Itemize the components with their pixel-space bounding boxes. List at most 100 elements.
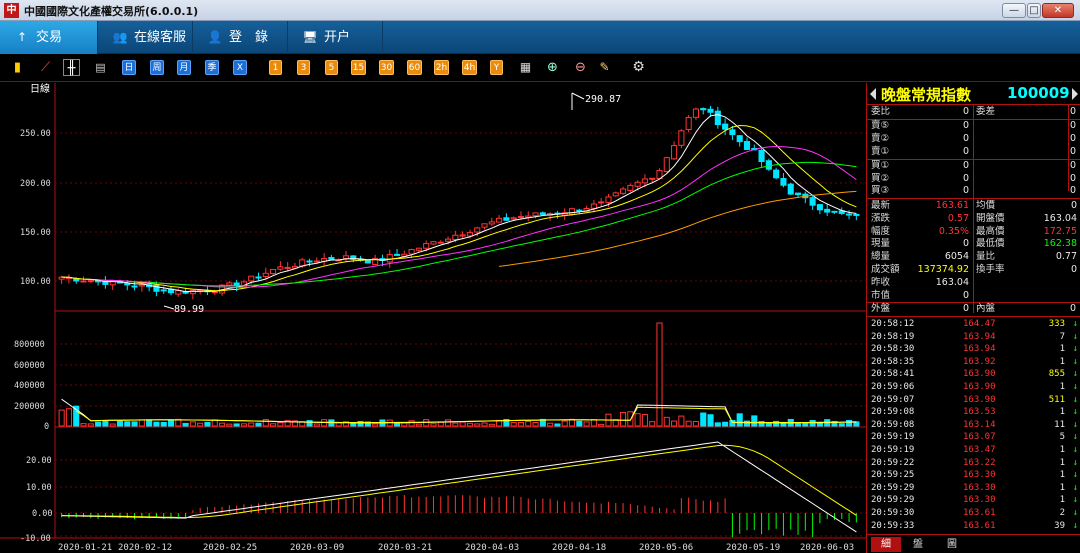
candle[interactable] <box>313 260 320 263</box>
candle[interactable] <box>700 108 707 111</box>
candle[interactable] <box>707 108 714 113</box>
candle[interactable] <box>466 232 473 237</box>
hour-4-button[interactable]: 4h <box>462 60 477 75</box>
bar-chart-icon[interactable]: ▮ <box>9 59 26 76</box>
candle[interactable] <box>423 243 430 249</box>
candle[interactable] <box>634 181 641 187</box>
close-button[interactable]: ✕ <box>1042 3 1074 18</box>
candle[interactable] <box>816 204 823 211</box>
candle[interactable] <box>685 116 692 131</box>
candle[interactable] <box>503 217 510 221</box>
candle[interactable] <box>262 272 269 278</box>
candle[interactable] <box>131 285 138 288</box>
candle[interactable] <box>539 212 546 215</box>
period-x-button[interactable]: X <box>233 60 247 75</box>
candle[interactable] <box>415 247 422 251</box>
export-icon[interactable]: ▦ <box>517 59 534 76</box>
candle[interactable] <box>342 255 350 259</box>
candle[interactable] <box>160 289 167 292</box>
tab-trade[interactable]: ↑ 交易 <box>0 21 98 54</box>
candle[interactable] <box>794 192 802 196</box>
candlestick-icon[interactable]: ╫ <box>63 59 80 76</box>
candle[interactable] <box>605 196 612 203</box>
candle[interactable] <box>248 275 255 282</box>
candle[interactable] <box>510 217 517 220</box>
tab-details[interactable]: 細 <box>871 537 901 552</box>
candle[interactable] <box>481 223 488 228</box>
candle[interactable] <box>306 260 313 263</box>
candle[interactable] <box>452 234 459 241</box>
candle[interactable] <box>671 145 678 160</box>
draw-icon[interactable]: ✎ <box>596 59 613 76</box>
candle[interactable] <box>138 284 145 287</box>
candle[interactable] <box>824 208 831 213</box>
candle[interactable] <box>773 169 780 179</box>
candle[interactable] <box>437 241 444 244</box>
candle[interactable] <box>663 157 670 173</box>
candle[interactable] <box>678 130 685 146</box>
maximize-button[interactable]: □ <box>1027 3 1041 18</box>
candle[interactable] <box>408 249 415 255</box>
candle[interactable] <box>619 188 627 194</box>
candle[interactable] <box>459 234 466 237</box>
tab-customer-service[interactable]: 👥 在線客服 <box>98 21 193 54</box>
candle[interactable] <box>393 253 401 256</box>
tab-open-account[interactable]: 🖥 开户 <box>288 21 383 54</box>
period-quarter-button[interactable]: 季 <box>205 60 219 75</box>
prev-arrow-icon[interactable] <box>870 88 876 100</box>
candle[interactable] <box>517 215 525 218</box>
candle[interactable] <box>568 208 576 215</box>
candle[interactable] <box>532 212 539 217</box>
candle[interactable] <box>124 282 131 286</box>
period-day-button[interactable]: 日 <box>122 60 136 75</box>
candle[interactable] <box>255 276 262 279</box>
candle[interactable] <box>780 178 787 186</box>
candle[interactable] <box>474 227 481 233</box>
candle[interactable] <box>627 184 634 191</box>
candle[interactable] <box>445 238 452 242</box>
minute-1-button[interactable]: 1 <box>269 60 282 75</box>
candle[interactable] <box>364 259 371 264</box>
minute-60-button[interactable]: 60 <box>407 60 422 75</box>
candle[interactable] <box>641 178 648 184</box>
candle[interactable] <box>692 108 700 118</box>
minimize-button[interactable]: — <box>1002 3 1026 18</box>
tab-orderbook[interactable]: 盤 <box>903 537 933 552</box>
candle[interactable] <box>649 177 656 180</box>
candle[interactable] <box>809 197 816 206</box>
candle[interactable] <box>846 213 853 216</box>
candle[interactable] <box>277 266 284 270</box>
candle[interactable] <box>386 254 393 263</box>
candle[interactable] <box>576 209 583 212</box>
tab-chart[interactable]: 圖 <box>937 537 967 552</box>
candle[interactable] <box>729 129 736 136</box>
candle[interactable] <box>73 278 80 282</box>
tab-login[interactable]: 👤 登 錄 <box>193 21 288 54</box>
period-month-button[interactable]: 月 <box>177 60 191 75</box>
candle[interactable] <box>430 241 437 245</box>
candle[interactable] <box>758 149 765 163</box>
gear-icon[interactable]: ⚙ <box>630 59 647 76</box>
candle[interactable] <box>496 217 503 223</box>
minute-5-button[interactable]: 5 <box>325 60 338 75</box>
candle[interactable] <box>787 183 794 195</box>
minute-15-button[interactable]: 15 <box>351 60 366 75</box>
candle[interactable] <box>736 135 743 143</box>
candle[interactable] <box>488 221 495 225</box>
kline-chart[interactable]: 日線 250.00 200.00 150.00 100.00 800000 60… <box>0 83 866 553</box>
candle[interactable] <box>270 268 277 275</box>
zoom-in-icon[interactable]: ⊕ <box>544 59 561 76</box>
candle[interactable] <box>328 256 335 260</box>
candle[interactable] <box>284 266 291 269</box>
candle[interactable] <box>80 280 87 283</box>
candle[interactable] <box>189 289 196 295</box>
candle[interactable] <box>743 141 751 150</box>
candle[interactable] <box>831 210 838 213</box>
minute-30-button[interactable]: 30 <box>379 60 394 75</box>
next-arrow-icon[interactable] <box>1072 88 1078 100</box>
candle[interactable] <box>714 110 721 126</box>
candle[interactable] <box>853 213 860 216</box>
candle[interactable] <box>226 282 233 286</box>
year-button[interactable]: Y <box>490 60 503 75</box>
hour-2-button[interactable]: 2h <box>434 60 449 75</box>
